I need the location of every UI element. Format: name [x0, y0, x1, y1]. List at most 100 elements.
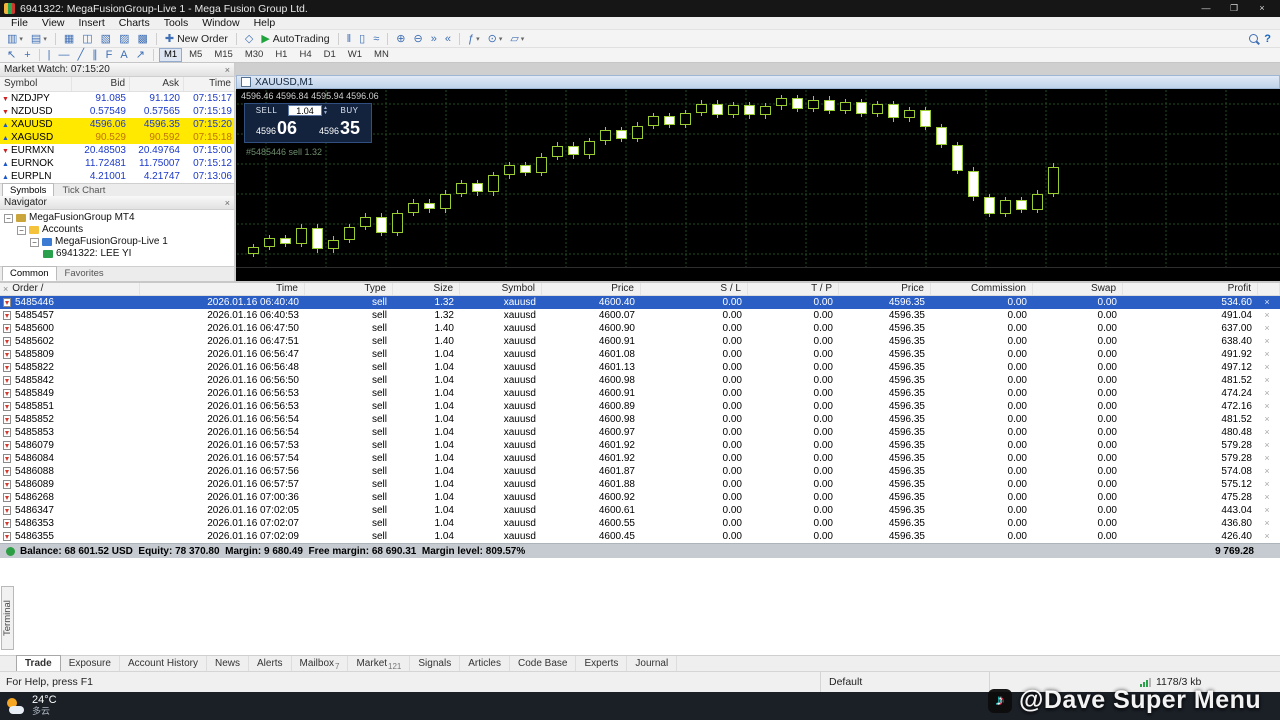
search-icon[interactable] — [1249, 34, 1258, 43]
close-button[interactable]: × — [1248, 0, 1276, 17]
weather-widget[interactable]: 24°C 多云 — [6, 695, 57, 717]
terminal-close-icon[interactable]: × — [3, 283, 8, 295]
market-watch-row-xagusd[interactable]: ▲XAGUSD90.52990.59207:15:18 — [0, 131, 234, 144]
terminal-toggle-button[interactable]: ▨ — [116, 32, 132, 46]
terminal-column-swap[interactable]: Swap — [1033, 283, 1123, 295]
close-position-icon[interactable]: × — [1258, 309, 1280, 322]
close-position-icon[interactable]: × — [1258, 361, 1280, 374]
menu-item-charts[interactable]: Charts — [112, 17, 157, 30]
navigator-node[interactable]: −MegaFusionGroup-Live 1 — [0, 236, 234, 248]
close-position-icon[interactable]: × — [1258, 374, 1280, 387]
timeframe-m30[interactable]: M30 — [240, 48, 268, 62]
navigator-close-icon[interactable]: × — [225, 198, 230, 208]
tree-collapse-icon[interactable]: − — [30, 238, 39, 247]
tree-collapse-icon[interactable]: − — [17, 226, 26, 235]
cursor-tool-button[interactable]: ↖ — [4, 48, 19, 62]
close-position-icon[interactable]: × — [1258, 530, 1280, 543]
menu-item-insert[interactable]: Insert — [72, 17, 112, 30]
horizontal-line-tool-button[interactable]: — — [56, 48, 73, 62]
chart-plot-area[interactable]: 4596.46 4596.84 4595.94 4596.06 SELL 1.0… — [236, 89, 1280, 267]
terminal-tab-mailbox[interactable]: Mailbox7 — [292, 656, 349, 671]
market-watch-row-eurmxn[interactable]: ▼EURMXN20.4850320.4976407:15:00 — [0, 144, 234, 157]
timeframe-w1[interactable]: W1 — [343, 48, 367, 62]
order-row-5485822[interactable]: 54858222026.01.16 06:56:48sell1.04xauusd… — [0, 361, 1280, 374]
timeframe-m5[interactable]: M5 — [184, 48, 207, 62]
zoom-out-button[interactable]: ⊖ — [410, 32, 425, 46]
line-mode-button[interactable]: ≈ — [370, 32, 382, 46]
terminal-tab-signals[interactable]: Signals — [410, 656, 460, 671]
navigator-node[interactable]: −Accounts — [0, 224, 234, 236]
terminal-column-profit[interactable]: Profit — [1123, 283, 1258, 295]
terminal-tab-news[interactable]: News — [207, 656, 249, 671]
close-position-icon[interactable]: × — [1258, 296, 1280, 309]
market-watch-row-nzdjpy[interactable]: ▼NZDJPY91.08591.12007:15:17 — [0, 92, 234, 105]
buy-button[interactable]: 4596 35 — [308, 117, 371, 142]
menu-item-help[interactable]: Help — [247, 17, 283, 30]
order-row-5485853[interactable]: 54858532026.01.16 06:56:54sell1.04xauusd… — [0, 426, 1280, 439]
market-watch-row-xauusd[interactable]: ▲XAUUSD4596.064596.3507:15:20 — [0, 118, 234, 131]
order-row-5485602[interactable]: 54856022026.01.16 06:47:51sell1.40xauusd… — [0, 335, 1280, 348]
close-position-icon[interactable]: × — [1258, 387, 1280, 400]
close-position-icon[interactable]: × — [1258, 348, 1280, 361]
maximize-button[interactable]: ❐ — [1220, 0, 1248, 17]
order-row-5486268[interactable]: 54862682026.01.16 07:00:36sell1.04xauusd… — [0, 491, 1280, 504]
terminal-tab-trade[interactable]: Trade — [16, 655, 61, 671]
periods-button[interactable]: ⊙▾ — [485, 32, 506, 46]
terminal-column-symbol[interactable]: Symbol — [460, 283, 542, 295]
order-row-5485809[interactable]: 54858092026.01.16 06:56:47sell1.04xauusd… — [0, 348, 1280, 361]
profiles-button[interactable]: ▤▾ — [28, 32, 50, 46]
close-position-icon[interactable]: × — [1258, 400, 1280, 413]
terminal-column-price[interactable]: Price — [839, 283, 931, 295]
mw-column-symbol[interactable]: Symbol — [0, 77, 72, 91]
close-position-icon[interactable]: × — [1258, 517, 1280, 530]
close-position-icon[interactable]: × — [1258, 413, 1280, 426]
order-row-5485457[interactable]: 54854572026.01.16 06:40:53sell1.32xauusd… — [0, 309, 1280, 322]
terminal-column-commission[interactable]: Commission — [931, 283, 1033, 295]
new-chart-button[interactable]: ▥▾ — [4, 32, 26, 46]
close-position-icon[interactable]: × — [1258, 504, 1280, 517]
terminal-column-type[interactable]: Type — [305, 283, 393, 295]
order-row-5486347[interactable]: 54863472026.01.16 07:02:05sell1.04xauusd… — [0, 504, 1280, 517]
terminal-column-size[interactable]: Size — [393, 283, 460, 295]
navigator-node[interactable]: 6941322: LEE YI — [0, 248, 234, 260]
order-row-5485849[interactable]: 54858492026.01.16 06:56:53sell1.04xauusd… — [0, 387, 1280, 400]
channel-tool-button[interactable]: ∥ — [89, 48, 101, 62]
timeframe-h1[interactable]: H1 — [270, 48, 292, 62]
navigator-node[interactable]: −MegaFusionGroup MT4 — [0, 212, 234, 224]
order-row-5485446[interactable]: 54854462026.01.16 06:40:40sell1.32xauusd… — [0, 296, 1280, 309]
timeframe-mn[interactable]: MN — [369, 48, 394, 62]
terminal-tab-journal[interactable]: Journal — [627, 656, 677, 671]
chart-shift-button[interactable]: « — [442, 32, 454, 46]
auto-scroll-button[interactable]: » — [428, 32, 440, 46]
market-watch-toggle-button[interactable]: ▦ — [61, 32, 77, 46]
menu-item-window[interactable]: Window — [195, 17, 246, 30]
order-row-5486355[interactable]: 54863552026.01.16 07:02:09sell1.04xauusd… — [0, 530, 1280, 543]
indicators-button[interactable]: ƒ▾ — [465, 32, 483, 46]
metaeditor-button[interactable]: ◇ — [242, 32, 256, 46]
navigator-tab-common[interactable]: Common — [2, 266, 57, 281]
status-profile[interactable]: Default — [820, 672, 990, 692]
terminal-column-time[interactable]: Time — [140, 283, 305, 295]
terminal-side-tab[interactable]: Terminal — [1, 586, 14, 650]
data-window-toggle-button[interactable]: ◫ — [79, 32, 95, 46]
trendline-tool-button[interactable]: ╱ — [75, 48, 88, 62]
chart-title-bar[interactable]: XAUUSD,M1 — [236, 75, 1280, 89]
timeframe-m15[interactable]: M15 — [209, 48, 237, 62]
tree-collapse-icon[interactable]: − — [4, 214, 13, 223]
strategy-tester-button[interactable]: ▩ — [134, 32, 150, 46]
terminal-tab-account-history[interactable]: Account History — [120, 656, 207, 671]
minimize-button[interactable]: — — [1192, 0, 1220, 17]
fibonacci-tool-button[interactable]: F — [103, 48, 116, 62]
crosshair-tool-button[interactable]: + — [21, 48, 33, 62]
close-position-icon[interactable]: × — [1258, 465, 1280, 478]
sell-button[interactable]: 4596 06 — [245, 117, 308, 142]
close-position-icon[interactable]: × — [1258, 426, 1280, 439]
timeframe-d1[interactable]: D1 — [319, 48, 341, 62]
market-watch-row-eurpln[interactable]: ▲EURPLN4.210014.2174707:13:06 — [0, 170, 234, 183]
templates-button[interactable]: ▱▾ — [507, 32, 527, 46]
mw-column-bid[interactable]: Bid — [72, 77, 130, 91]
order-row-5486353[interactable]: 54863532026.01.16 07:02:07sell1.04xauusd… — [0, 517, 1280, 530]
menu-item-file[interactable]: File — [4, 17, 35, 30]
order-row-5486079[interactable]: 54860792026.01.16 06:57:53sell1.04xauusd… — [0, 439, 1280, 452]
navigator-toggle-button[interactable]: ▧ — [98, 32, 114, 46]
